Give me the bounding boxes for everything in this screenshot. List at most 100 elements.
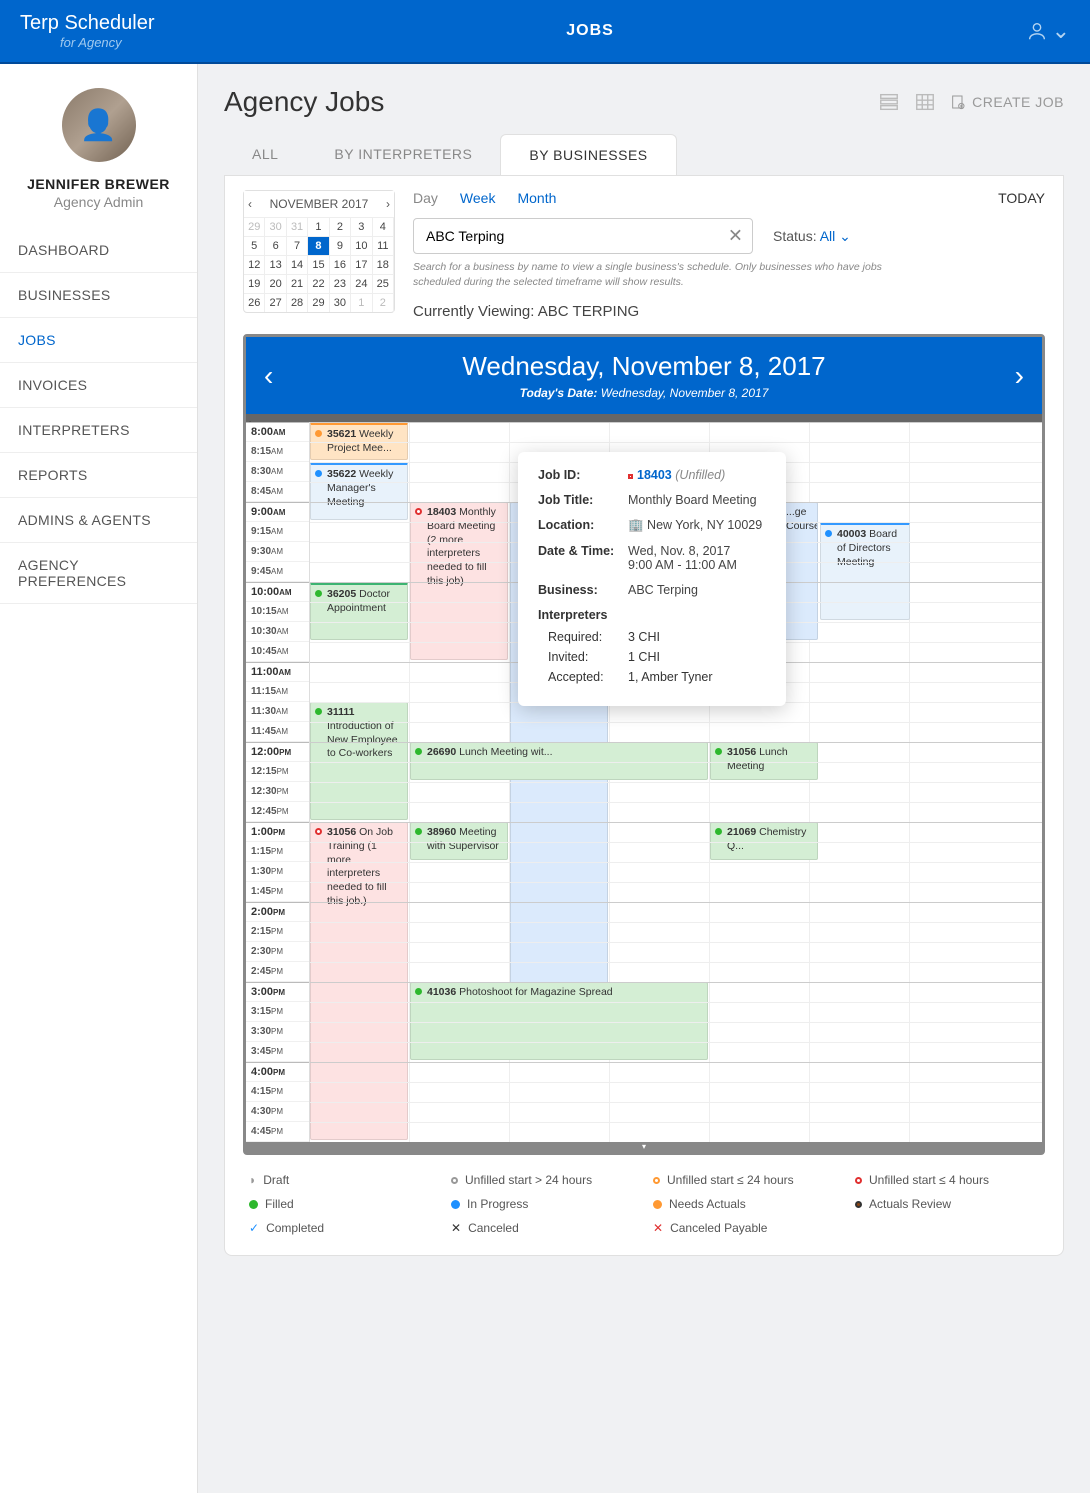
mini-cal-day[interactable]: 30 (265, 217, 286, 236)
time-label: 8:00 AM (246, 422, 309, 442)
status-filter[interactable]: Status: All ⌄ (773, 228, 851, 245)
cal-next-day[interactable]: › (1015, 360, 1024, 392)
nav-item-jobs[interactable]: JOBS (0, 318, 197, 363)
time-label: 1:30 PM (246, 862, 309, 882)
nav-item-businesses[interactable]: BUSINESSES (0, 273, 197, 318)
currently-viewing: Currently Viewing: ABC TERPING (413, 303, 1045, 320)
event-38960[interactable]: 38960 Meeting with Supervisor (410, 822, 508, 860)
mini-cal-day[interactable]: 9 (330, 236, 351, 255)
event-26690[interactable]: 26690 Lunch Meeting wit... (410, 742, 708, 780)
pop-title: Monthly Board Meeting (628, 493, 766, 507)
event-35622[interactable]: 35622 Weekly Manager's Meeting (310, 462, 408, 520)
tabs: ALLBY INTERPRETERSBY BUSINESSES (224, 134, 1064, 176)
nav-item-dashboard[interactable]: DASHBOARD (0, 228, 197, 273)
mini-cal-day[interactable]: 23 (330, 274, 351, 293)
business-search-input[interactable] (413, 218, 753, 254)
time-label: 3:00 PM (246, 982, 309, 1002)
nav-item-reports[interactable]: REPORTS (0, 453, 197, 498)
mini-cal-day[interactable]: 15 (308, 255, 329, 274)
avatar[interactable]: 👤 (62, 88, 136, 162)
mini-cal-day[interactable]: 20 (265, 274, 286, 293)
mini-cal-next[interactable]: › (386, 197, 390, 211)
mini-cal-day[interactable]: 25 (373, 274, 394, 293)
mini-cal-day[interactable]: 14 (287, 255, 308, 274)
mini-cal-day[interactable]: 13 (265, 255, 286, 274)
event-35621[interactable]: 35621 Weekly Project Mee... (310, 422, 408, 460)
today-button[interactable]: TODAY (998, 190, 1045, 206)
view-week[interactable]: Week (460, 190, 496, 206)
time-label: 4:45 PM (246, 1122, 309, 1142)
mini-cal-day[interactable]: 24 (351, 274, 372, 293)
event-21069[interactable]: 21069 Chemistry Q... (710, 822, 818, 860)
create-job-label: CREATE JOB (972, 94, 1064, 110)
legend-unfilled4: Unfilled start ≤ 4 hours (855, 1173, 1039, 1187)
event-18403[interactable]: 18403 Monthly Board Meeting (2 more inte… (410, 502, 508, 660)
event-31056-lunch[interactable]: 31056 Lunch Meeting (710, 742, 818, 780)
user-menu[interactable]: ⌄ (1026, 18, 1070, 44)
clear-search-icon[interactable]: ✕ (728, 226, 743, 247)
mini-cal-day[interactable]: 19 (244, 274, 265, 293)
tab-by-businesses[interactable]: BY BUSINESSES (500, 134, 676, 175)
head-icons: CREATE JOB (878, 91, 1064, 113)
mini-cal-day[interactable]: 21 (287, 274, 308, 293)
mini-cal-day[interactable]: 29 (244, 217, 265, 236)
mini-cal-prev[interactable]: ‹ (248, 197, 252, 211)
chevron-down-icon: ⌄ (1052, 18, 1070, 44)
mini-cal-day[interactable]: 28 (287, 293, 308, 312)
time-label: 1:45 PM (246, 882, 309, 902)
mini-cal-day[interactable]: 30 (330, 293, 351, 312)
app-name: Terp Scheduler (20, 12, 155, 34)
legend-needs-actuals: Needs Actuals (653, 1197, 837, 1211)
mini-cal-day[interactable]: 26 (244, 293, 265, 312)
mini-cal-day[interactable]: 16 (330, 255, 351, 274)
mini-cal-day[interactable]: 5 (244, 236, 265, 255)
nav-item-interpreters[interactable]: INTERPRETERS (0, 408, 197, 453)
mini-cal-day[interactable]: 7 (287, 236, 308, 255)
mini-cal-day[interactable]: 18 (373, 255, 394, 274)
topbar: Terp Scheduler for Agency JOBS ⌄ (0, 0, 1090, 64)
time-label: 9:15 AM (246, 522, 309, 542)
mini-cal-day[interactable]: 29 (308, 293, 329, 312)
nav-item-admins-agents[interactable]: ADMINS & AGENTS (0, 498, 197, 543)
event-31056-training[interactable]: 31056 On Job Training (1 more interprete… (310, 822, 408, 1140)
mini-cal-day[interactable]: 1 (351, 293, 372, 312)
tab-by-interpreters[interactable]: BY INTERPRETERS (306, 134, 500, 175)
mini-cal-day[interactable]: 3 (351, 217, 372, 236)
pop-loc: 🏢 New York, NY 10029 (628, 518, 766, 533)
search-hint: Search for a business by name to view a … (413, 260, 903, 289)
tab-all[interactable]: ALL (224, 134, 306, 175)
pop-status: (Unfilled) (675, 468, 725, 482)
create-icon (950, 94, 966, 110)
event-36205[interactable]: 36205 Doctor Appointment (310, 582, 408, 640)
view-month[interactable]: Month (517, 190, 556, 206)
mini-cal-day[interactable]: 1 (308, 217, 329, 236)
mini-cal-day[interactable]: 4 (373, 217, 394, 236)
mini-cal-day[interactable]: 2 (373, 293, 394, 312)
time-label: 2:15 PM (246, 922, 309, 942)
mini-calendar[interactable]: ‹ NOVEMBER 2017 › 2930311234567891011121… (243, 190, 395, 313)
grid-bottom[interactable]: ▾ (246, 1142, 1042, 1152)
mini-cal-day[interactable]: 10 (351, 236, 372, 255)
mini-cal-day[interactable]: 17 (351, 255, 372, 274)
nav-item-agency-preferences[interactable]: AGENCY PREFERENCES (0, 543, 197, 604)
create-job-button[interactable]: CREATE JOB (950, 94, 1064, 110)
panel: ‹ NOVEMBER 2017 › 2930311234567891011121… (224, 176, 1064, 1256)
mini-cal-day[interactable]: 8 (308, 236, 329, 255)
pop-jobid[interactable]: 18403 (637, 468, 672, 482)
event-40003[interactable]: 40003 Board of Directors Meeting (820, 522, 910, 620)
mini-cal-day[interactable]: 27 (265, 293, 286, 312)
cal-prev-day[interactable]: ‹ (264, 360, 273, 392)
mini-cal-day[interactable]: 22 (308, 274, 329, 293)
mini-cal-day[interactable]: 2 (330, 217, 351, 236)
list-view-icon[interactable] (878, 91, 900, 113)
nav-item-invoices[interactable]: INVOICES (0, 363, 197, 408)
mini-cal-day[interactable]: 6 (265, 236, 286, 255)
app-subtitle: for Agency (20, 35, 155, 50)
grid-view-icon[interactable] (914, 91, 936, 113)
mini-cal-day[interactable]: 11 (373, 236, 394, 255)
view-day[interactable]: Day (413, 190, 438, 206)
event-41036[interactable]: 41036 Photoshoot for Magazine Spread (410, 982, 708, 1060)
mini-cal-day[interactable]: 12 (244, 255, 265, 274)
mini-cal-day[interactable]: 31 (287, 217, 308, 236)
time-label: 10:15 AM (246, 602, 309, 622)
